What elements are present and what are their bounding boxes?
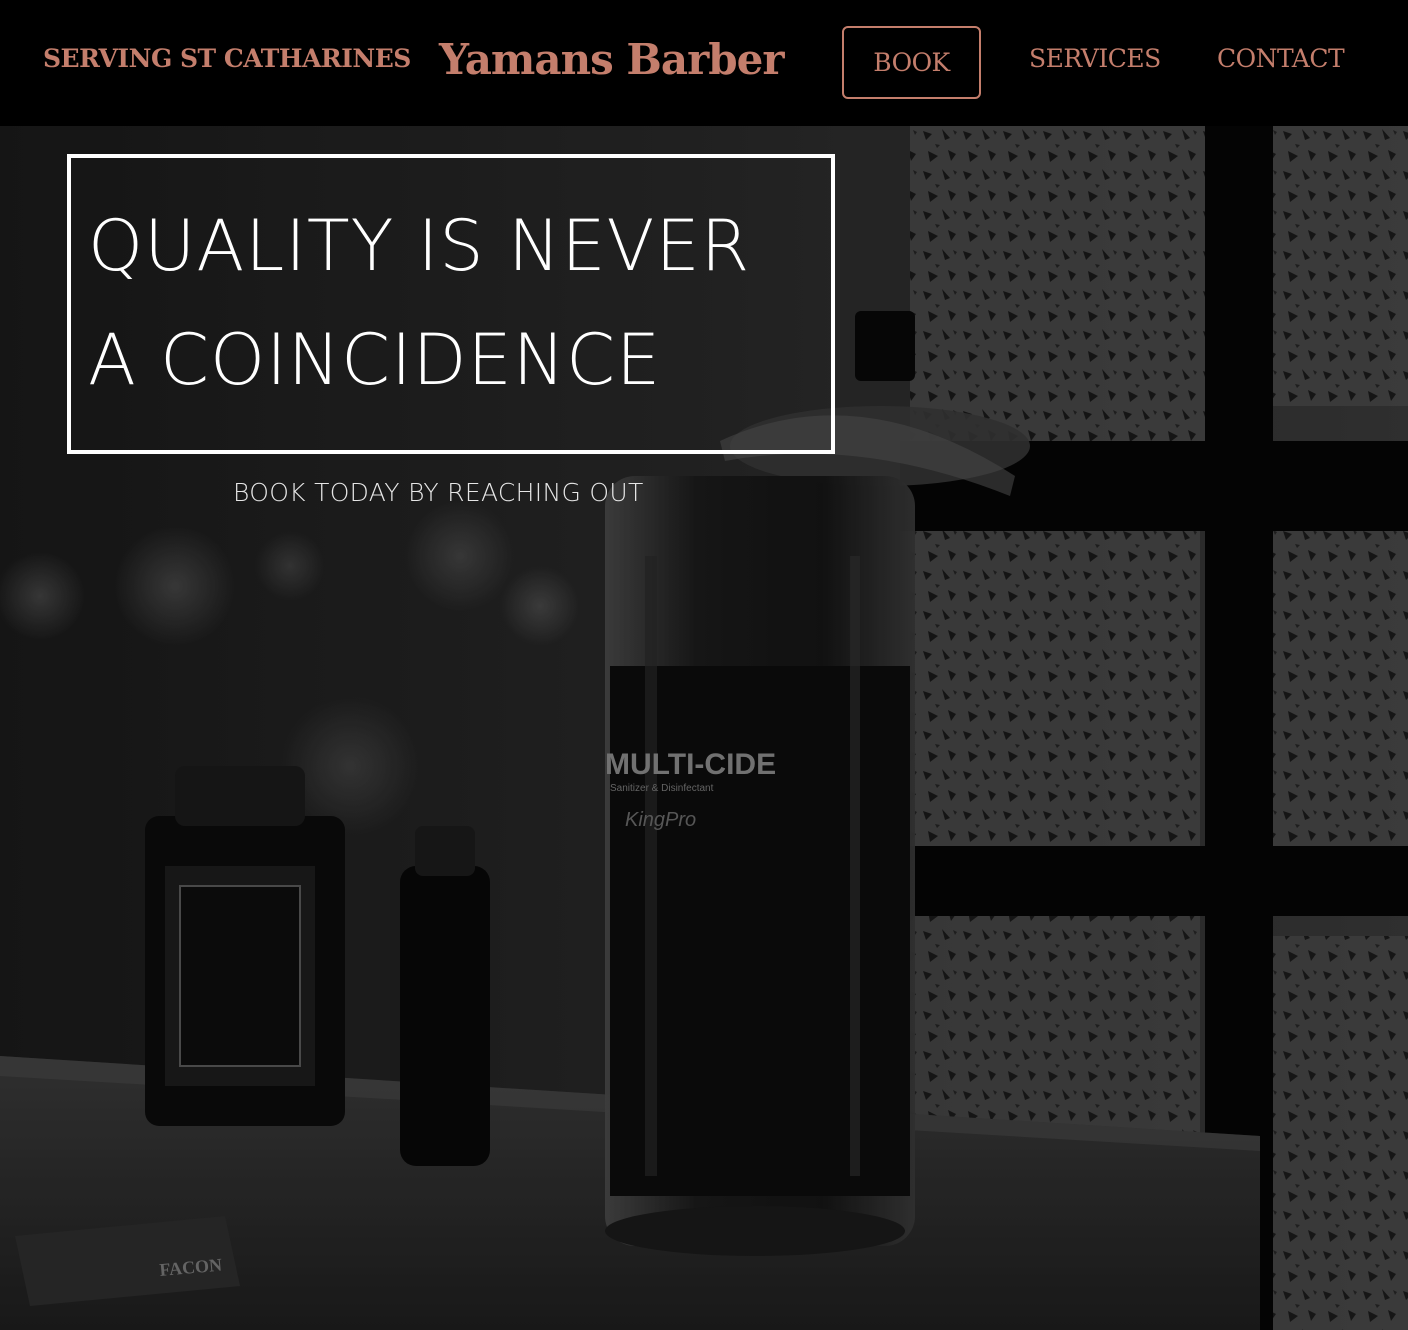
nav-services-link[interactable]: SERVICES (1029, 44, 1161, 73)
headline-frame (67, 154, 835, 454)
book-button[interactable]: BOOK (842, 26, 981, 99)
headline-line-1: QUALITY IS NEVER (88, 205, 751, 287)
nav-contact-link[interactable]: CONTACT (1217, 44, 1345, 73)
book-cta-link[interactable]: BOOK TODAY BY REACHING OUT (233, 478, 644, 507)
headline-line-2: A COINCIDENCE (88, 319, 662, 401)
site-header: SERVING ST CATHARINES Yamans Barber BOOK… (0, 0, 1408, 126)
brand-logo[interactable]: Yamans Barber (439, 35, 784, 84)
location-tagline: SERVING ST CATHARINES (43, 44, 411, 73)
hero-section: MULTI-CIDE Sanitizer & Disinfectant King… (0, 126, 1408, 1330)
